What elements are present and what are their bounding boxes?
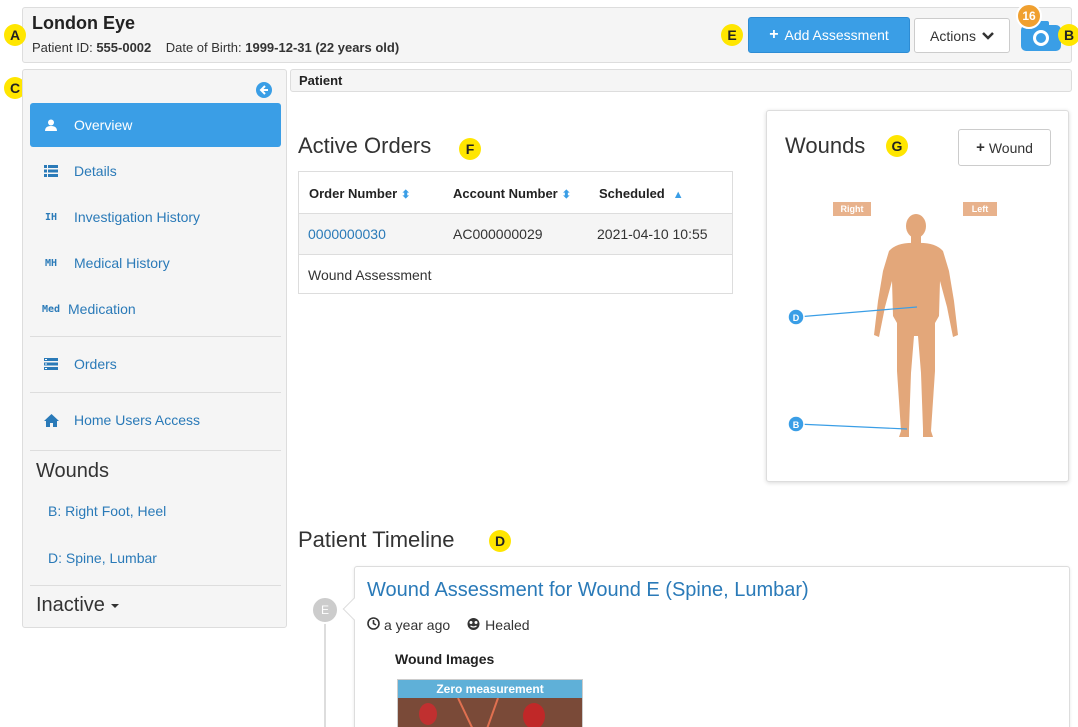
orders-table: Order Number ⬍ Account Number ⬍ Scheduled ▲… [298,171,733,294]
table-row-detail: Wound Assessment [299,254,732,294]
callout-a: A [4,24,26,46]
sort-up-icon: ▲ [672,189,684,201]
sidebar-divider [30,450,281,451]
mh-icon: MH [44,257,58,269]
callout-f: F [459,138,481,160]
order-number-link[interactable]: 0000000030 [308,226,386,242]
ih-icon: IH [44,211,58,223]
home-icon [30,413,62,427]
timeline-dot: E [311,596,339,624]
sort-icon: ⬍ [401,189,411,201]
col-account-number[interactable]: Account Number ⬍ [453,186,571,201]
sidebar-item-label: Investigation History [74,209,201,225]
plus-icon: + [769,26,779,43]
timeline-line [324,620,326,727]
sidebar-wound-link-b[interactable]: B: Right Foot, Heel [48,503,166,519]
timeline-card: Wound Assessment for Wound E (Spine, Lum… [342,566,1070,727]
sidebar: Overview Details IH Investigation Histor… [22,69,287,628]
callout-g: G [886,135,908,157]
caret-down-icon [110,603,119,608]
wound-photo [398,697,582,727]
callout-e: E [721,24,743,46]
breadcrumb: Patient [290,69,1072,92]
dob-value: 1999-12-31 (22 years old) [245,40,400,55]
clock-icon [367,617,380,633]
table-row: 0000000030 AC000000029 2021-04-10 10:55 [299,214,732,254]
callout-b: B [1058,24,1078,46]
list-icon [30,165,62,177]
col-order-number-label: Order Number [309,186,398,201]
wound-image-thumbnail[interactable]: Zero measurement [397,679,583,727]
account-number-cell: AC000000029 [453,226,543,242]
sidebar-wound-link-d[interactable]: D: Spine, Lumbar [48,550,157,566]
collapse-sidebar-icon[interactable] [256,82,272,98]
sidebar-item-home-users-access[interactable]: Home Users Access [30,398,281,442]
sidebar-item-orders[interactable]: Orders [30,342,281,386]
breadcrumb-patient: Patient [299,73,343,88]
sidebar-item-investigation-history[interactable]: IH Investigation History [30,195,281,239]
timeline-card-meta: a year ago Healed [367,617,530,633]
add-assessment-button[interactable]: + Add Assessment [748,17,910,53]
sidebar-divider [30,392,281,393]
sidebar-item-label: Overview [74,117,133,133]
wound-images-label: Wound Images [395,651,495,667]
sidebar-item-label: Orders [74,356,117,372]
col-scheduled[interactable]: Scheduled ▲ [599,186,684,201]
med-icon: Med [41,303,61,315]
patient-id-label: Patient ID: [32,40,93,55]
human-body-figure [874,214,958,437]
sidebar-wounds-heading: Wounds [36,460,110,482]
wound-marker-d-label: D [793,313,800,323]
dob-label: Date of Birth: [165,40,242,55]
camera-count-badge: 16 [1016,3,1042,29]
user-icon [30,119,62,131]
active-orders-title: Active Orders [298,133,431,159]
sort-icon: ⬍ [561,189,571,201]
add-assessment-label: Add Assessment [784,27,889,43]
status-icon [466,617,481,633]
timeline-card-title[interactable]: Wound Assessment for Wound E (Spine, Lum… [367,579,809,602]
sidebar-item-label: Details [74,163,117,179]
wounds-panel: Wounds + Wound Right Left D B [766,110,1069,482]
actions-dropdown-button[interactable]: Actions [914,18,1010,53]
status-text: Healed [485,617,530,633]
patient-meta: Patient ID: 555-0002 Date of Birth: 1999… [32,40,399,55]
orders-table-header: Order Number ⬍ Account Number ⬍ Scheduled ▲ [299,172,732,214]
actions-label: Actions [930,27,976,44]
time-ago: a year ago [384,617,451,633]
col-order-number[interactable]: Order Number ⬍ [309,186,410,201]
sidebar-item-overview[interactable]: Overview [30,103,281,147]
sidebar-item-details[interactable]: Details [30,149,281,193]
sidebar-item-label: Medication [68,301,136,317]
patient-header: London Eye Patient ID: 555-0002 Date of … [22,7,1072,63]
wound-marker-b-label: B [793,420,800,430]
timeline-card-arrow [342,597,366,621]
chevron-down-icon [982,28,994,44]
inactive-dropdown[interactable]: Inactive [36,594,119,617]
sidebar-divider [30,336,281,337]
sidebar-item-medical-history[interactable]: MH Medical History [30,241,281,285]
inactive-label: Inactive [36,594,105,616]
scheduled-cell: 2021-04-10 10:55 [597,226,708,242]
sidebar-item-label: Medical History [74,255,170,271]
sidebar-divider [30,585,281,586]
patient-timeline-title: Patient Timeline [298,527,455,552]
col-account-number-label: Account Number [453,186,558,201]
col-scheduled-label: Scheduled [599,186,665,201]
patient-id: 555-0002 [96,40,152,55]
orders-icon [30,358,62,370]
wound-b-leader [796,423,908,430]
active-orders-title-text: Active Orders [298,133,432,158]
order-detail-cell: Wound Assessment [308,267,432,283]
body-map[interactable]: D B [767,111,1070,483]
patient-name: London Eye [32,13,135,33]
thumbnail-label: Zero measurement [398,680,582,698]
sidebar-item-label: Home Users Access [74,412,201,428]
callout-d: D [489,530,511,552]
sidebar-item-medication[interactable]: Med Medication [30,287,281,331]
